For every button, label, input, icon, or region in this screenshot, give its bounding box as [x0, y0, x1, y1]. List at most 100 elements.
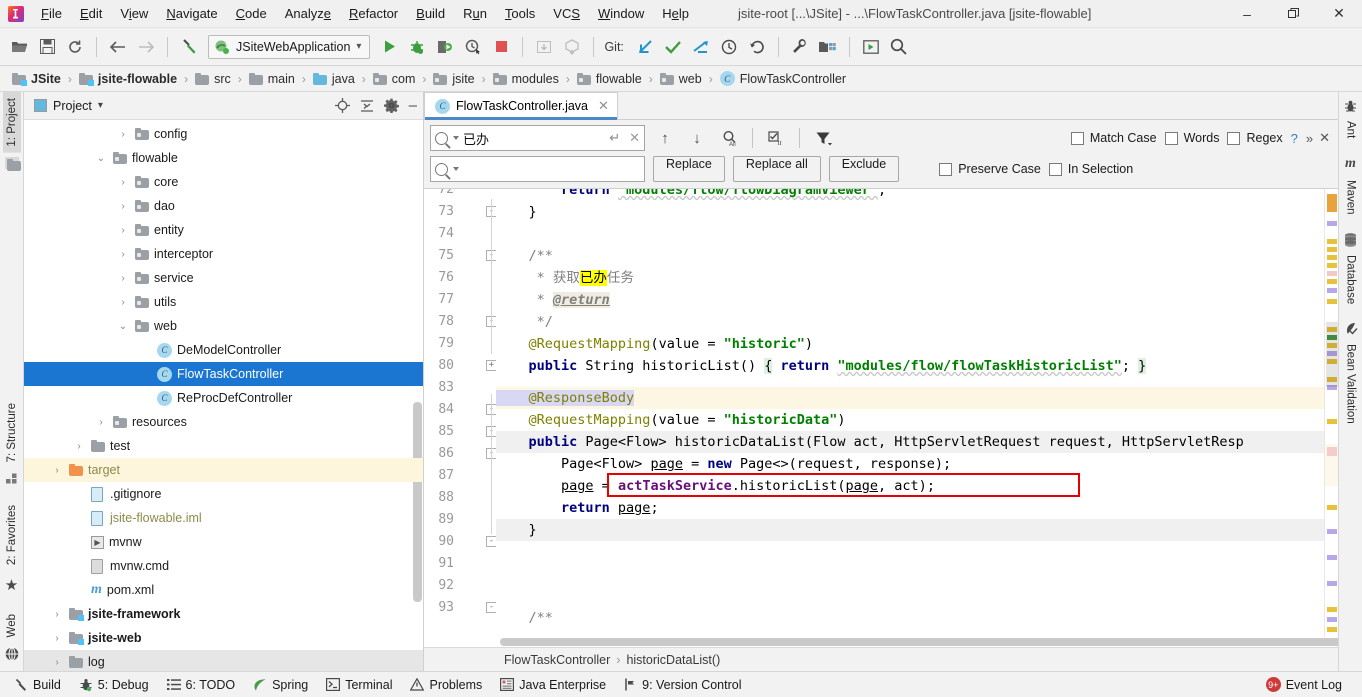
chevron-right-icon[interactable]: ›	[72, 441, 86, 452]
status-item-build[interactable]: Build	[8, 675, 73, 695]
collapse-all-icon[interactable]	[360, 99, 374, 113]
sidebar-item-web[interactable]: Web	[3, 608, 21, 643]
replace-all-button[interactable]: Replace all	[732, 156, 821, 182]
chevron-right-icon[interactable]: ›	[94, 417, 108, 428]
clear-search-icon[interactable]: ✕	[629, 130, 640, 146]
status-item-version-control[interactable]: 9: Version Control	[618, 675, 753, 695]
menu-item-file[interactable]: File	[32, 2, 71, 25]
search-input[interactable]: 已办 ↵ ✕	[430, 125, 645, 151]
chevron-right-icon[interactable]: ›	[50, 633, 64, 644]
match-case-checkbox[interactable]: Match Case	[1070, 131, 1157, 145]
run-anything-icon[interactable]	[858, 34, 884, 60]
breadcrumb-item-jsite-flowable[interactable]: jsite-flowable	[75, 70, 181, 88]
breadcrumb-item-flowable[interactable]: flowable	[573, 70, 646, 88]
marker-stripe[interactable]	[1327, 288, 1337, 293]
marker-stripe[interactable]	[1327, 194, 1337, 212]
menu-item-navigate[interactable]: Navigate	[157, 2, 226, 25]
close-button[interactable]: ✕	[1316, 0, 1362, 28]
tree-item-jsite-flowable-iml[interactable]: jsite-flowable.iml	[24, 506, 423, 530]
git-pull-icon[interactable]	[632, 34, 658, 60]
chevron-right-icon[interactable]: ›	[116, 273, 130, 284]
code-editor[interactable]: 7273-7475-767778-7980+8384-85-86-8788899…	[424, 189, 1338, 637]
editor-horizontal-scrollbar[interactable]	[424, 637, 1362, 647]
chevron-down-icon[interactable]: ⌄	[94, 153, 108, 164]
chevron-right-icon[interactable]: ›	[116, 249, 130, 260]
exclude-button[interactable]: Exclude	[828, 156, 900, 182]
menu-item-run[interactable]: Run	[454, 2, 496, 25]
in-selection-checkbox[interactable]: In Selection	[1048, 162, 1133, 176]
marker-stripe[interactable]	[1327, 255, 1337, 260]
new-line-icon[interactable]: ↵	[609, 130, 620, 146]
marker-stripe[interactable]	[1327, 247, 1337, 252]
tree-item-jsite-framework[interactable]: › jsite-framework	[24, 602, 423, 626]
marker-stripe[interactable]	[1327, 271, 1337, 276]
chevron-down-icon[interactable]: ▾	[98, 100, 103, 111]
tree-item-web[interactable]: ⌄ web	[24, 314, 423, 338]
marker-stripe[interactable]	[1327, 607, 1337, 612]
tree-item-config[interactable]: › config	[24, 122, 423, 146]
marker-stripe[interactable]	[1327, 263, 1337, 268]
tree-item--gitignore[interactable]: .gitignore	[24, 482, 423, 506]
menu-item-window[interactable]: Window	[589, 2, 653, 25]
search-everywhere-icon[interactable]	[886, 34, 912, 60]
find-prev-arrow-icon[interactable]: ↑	[653, 126, 677, 150]
status-item-problems[interactable]: Problems	[404, 675, 494, 695]
status-item-spring[interactable]: Spring	[247, 675, 320, 695]
breadcrumb-class[interactable]: FlowTaskController	[504, 653, 610, 667]
tree-item-jsite-web[interactable]: › jsite-web	[24, 626, 423, 650]
tree-item-dao[interactable]: › dao	[24, 194, 423, 218]
chevron-down-icon[interactable]	[453, 167, 459, 171]
sidebar-item-database[interactable]: Database	[1342, 249, 1360, 310]
breadcrumb-item-web[interactable]: web	[656, 70, 706, 88]
status-item-event-log[interactable]: 9+ Event Log	[1260, 674, 1354, 695]
back-arrow-icon[interactable]	[105, 34, 131, 60]
breadcrumb-item-main[interactable]: main	[245, 70, 299, 88]
update-project-icon[interactable]	[531, 34, 557, 60]
chevron-right-icon[interactable]: ›	[116, 177, 130, 188]
profile-icon[interactable]	[460, 34, 486, 60]
marker-stripe[interactable]	[1327, 447, 1337, 456]
project-structure-icon[interactable]	[815, 34, 841, 60]
marker-stripe[interactable]	[1327, 299, 1337, 304]
sidebar-item-ant[interactable]: Ant	[1342, 115, 1360, 144]
words-checkbox[interactable]: Words	[1164, 131, 1219, 145]
tree-item-mvnw-cmd[interactable]: mvnw.cmd	[24, 554, 423, 578]
code-text[interactable]: return "modules/flow/flowDiagramViewer";…	[496, 189, 1324, 637]
chevron-right-icon[interactable]: ›	[116, 297, 130, 308]
tree-item-demodelcontroller[interactable]: C DeModelController	[24, 338, 423, 362]
tree-item-resources[interactable]: › resources	[24, 410, 423, 434]
run-icon[interactable]	[376, 34, 402, 60]
marker-stripe[interactable]	[1327, 505, 1337, 510]
git-revert-icon[interactable]	[744, 34, 770, 60]
regex-checkbox[interactable]: Regex	[1227, 131, 1283, 145]
menu-item-view[interactable]: View	[111, 2, 157, 25]
close-icon[interactable]: ✕	[598, 98, 609, 114]
chevron-right-icon[interactable]: ›	[50, 609, 64, 620]
breadcrumb-item-modules[interactable]: modules	[489, 70, 563, 88]
sidebar-item-bean-validation[interactable]: Bean Validation	[1342, 338, 1360, 430]
marker-stripe[interactable]	[1327, 529, 1337, 534]
forward-arrow-icon[interactable]	[133, 34, 159, 60]
find-next-arrow-icon[interactable]: ↓	[685, 126, 709, 150]
git-history-icon[interactable]	[716, 34, 742, 60]
menu-item-build[interactable]: Build	[407, 2, 454, 25]
open-folder-icon[interactable]	[6, 34, 32, 60]
sidebar-item-structure[interactable]: 7: Structure	[3, 397, 21, 468]
sync-icon[interactable]	[62, 34, 88, 60]
tree-item-mvnw[interactable]: ▶ mvnw	[24, 530, 423, 554]
expand-more-icon[interactable]: »	[1306, 131, 1313, 146]
menu-item-analyze[interactable]: Analyze	[276, 2, 340, 25]
run-with-coverage-icon[interactable]	[432, 34, 458, 60]
tree-item-test[interactable]: › test	[24, 434, 423, 458]
menu-item-help[interactable]: Help	[653, 2, 698, 25]
menu-item-tools[interactable]: Tools	[496, 2, 544, 25]
settings-gear-icon[interactable]	[383, 98, 399, 113]
commit-icon[interactable]	[559, 34, 585, 60]
marker-stripe[interactable]	[1327, 279, 1337, 284]
marker-stripe[interactable]	[1327, 555, 1337, 560]
marker-stripe[interactable]	[1327, 581, 1337, 586]
menu-item-edit[interactable]: Edit	[71, 2, 111, 25]
replace-input[interactable]	[430, 156, 645, 182]
save-all-icon[interactable]	[34, 34, 60, 60]
build-hammer-icon[interactable]	[176, 34, 202, 60]
